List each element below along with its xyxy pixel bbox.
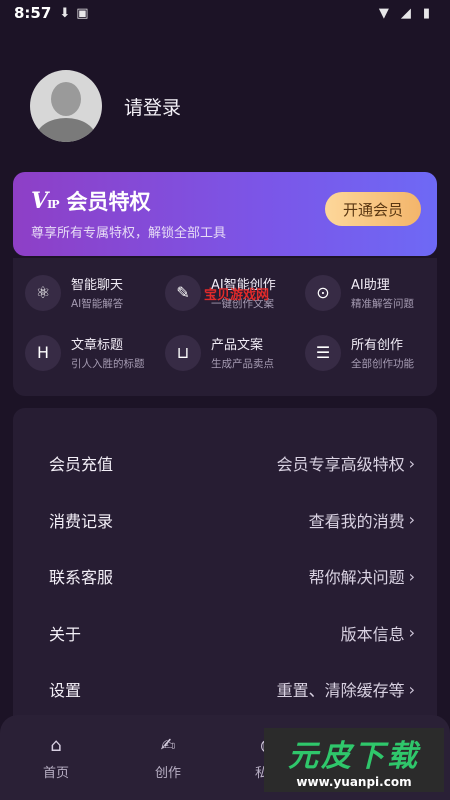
vip-title: 会员特权 [66, 190, 151, 214]
status-bar: 8:57 ⬇ ▣ ▼ ◢ ▮ [0, 0, 450, 26]
open-vip-button[interactable]: 开通会员 [325, 192, 421, 226]
atom-icon: ⚛ [25, 274, 61, 311]
download-icon: ⬇ [59, 5, 71, 21]
tool-article-title[interactable]: H 文章标题 引人入胜的标题 [25, 334, 165, 371]
settings-menu: 会员充值 会员专享高级特权 › 消费记录 查看我的消费 › 联系客服 帮你解决问… [13, 408, 437, 728]
site-watermark-logo: 元皮下载 www.yuanpi.com [264, 728, 444, 792]
stack-icon: ☰ [305, 334, 341, 371]
tool-product-copy[interactable]: ⊔ 产品文案 生成产品卖点 [165, 334, 305, 371]
menu-item-about[interactable]: 关于 版本信息 › [13, 605, 437, 662]
watermark-text: 宝贝游戏网 [204, 288, 270, 303]
tool-all-creations[interactable]: ☰ 所有创作 全部创作功能 [305, 334, 445, 371]
pen-icon: ✎ [165, 274, 201, 311]
status-time: 8:57 [14, 4, 52, 22]
app-notification-icon: ▣ [76, 5, 89, 21]
tool-smart-chat[interactable]: ⚛ 智能聊天 AI智能解答 [25, 274, 165, 311]
heading-icon: H [25, 334, 61, 371]
vip-card[interactable]: VIP 会员特权 尊享所有专属特权，解锁全部工具 开通会员 [13, 172, 437, 256]
menu-item-support[interactable]: 联系客服 帮你解决问题 › [13, 548, 437, 605]
chevron-right-icon: › [408, 510, 415, 530]
menu-item-recharge[interactable]: 会员充值 会员专享高级特权 › [13, 435, 437, 492]
create-icon: ✍ [160, 735, 176, 756]
menu-item-settings[interactable]: 设置 重置、清除缓存等 › [13, 661, 437, 718]
wifi-icon: ▼ [378, 5, 389, 21]
tools-grid: ⚛ 智能聊天 AI智能解答 ✎ AI智能创作 一键创作文案 ⊙ AI助理 精准解答问题… [13, 258, 437, 396]
home-icon: ⌂ [50, 735, 62, 756]
chevron-right-icon: › [408, 679, 415, 699]
tool-ai-assistant[interactable]: ⊙ AI助理 精准解答问题 [305, 274, 445, 311]
vip-logo-icon: VIP [31, 188, 60, 214]
battery-icon: ▮ [422, 5, 430, 21]
tab-create[interactable]: ✍ 创作 [133, 735, 203, 781]
profile-header[interactable]: 请登录 [30, 70, 181, 142]
menu-item-consumption[interactable]: 消费记录 查看我的消费 › [13, 492, 437, 549]
signal-icon: ◢ [400, 5, 411, 21]
login-link[interactable]: 请登录 [124, 93, 181, 120]
chevron-right-icon: › [408, 453, 415, 473]
chevron-right-icon: › [408, 566, 415, 586]
avatar[interactable] [30, 70, 102, 142]
robot-icon: ⊙ [305, 274, 341, 311]
chevron-right-icon: › [408, 623, 415, 643]
tab-home[interactable]: ⌂ 首页 [21, 735, 91, 781]
bag-icon: ⊔ [165, 334, 201, 371]
